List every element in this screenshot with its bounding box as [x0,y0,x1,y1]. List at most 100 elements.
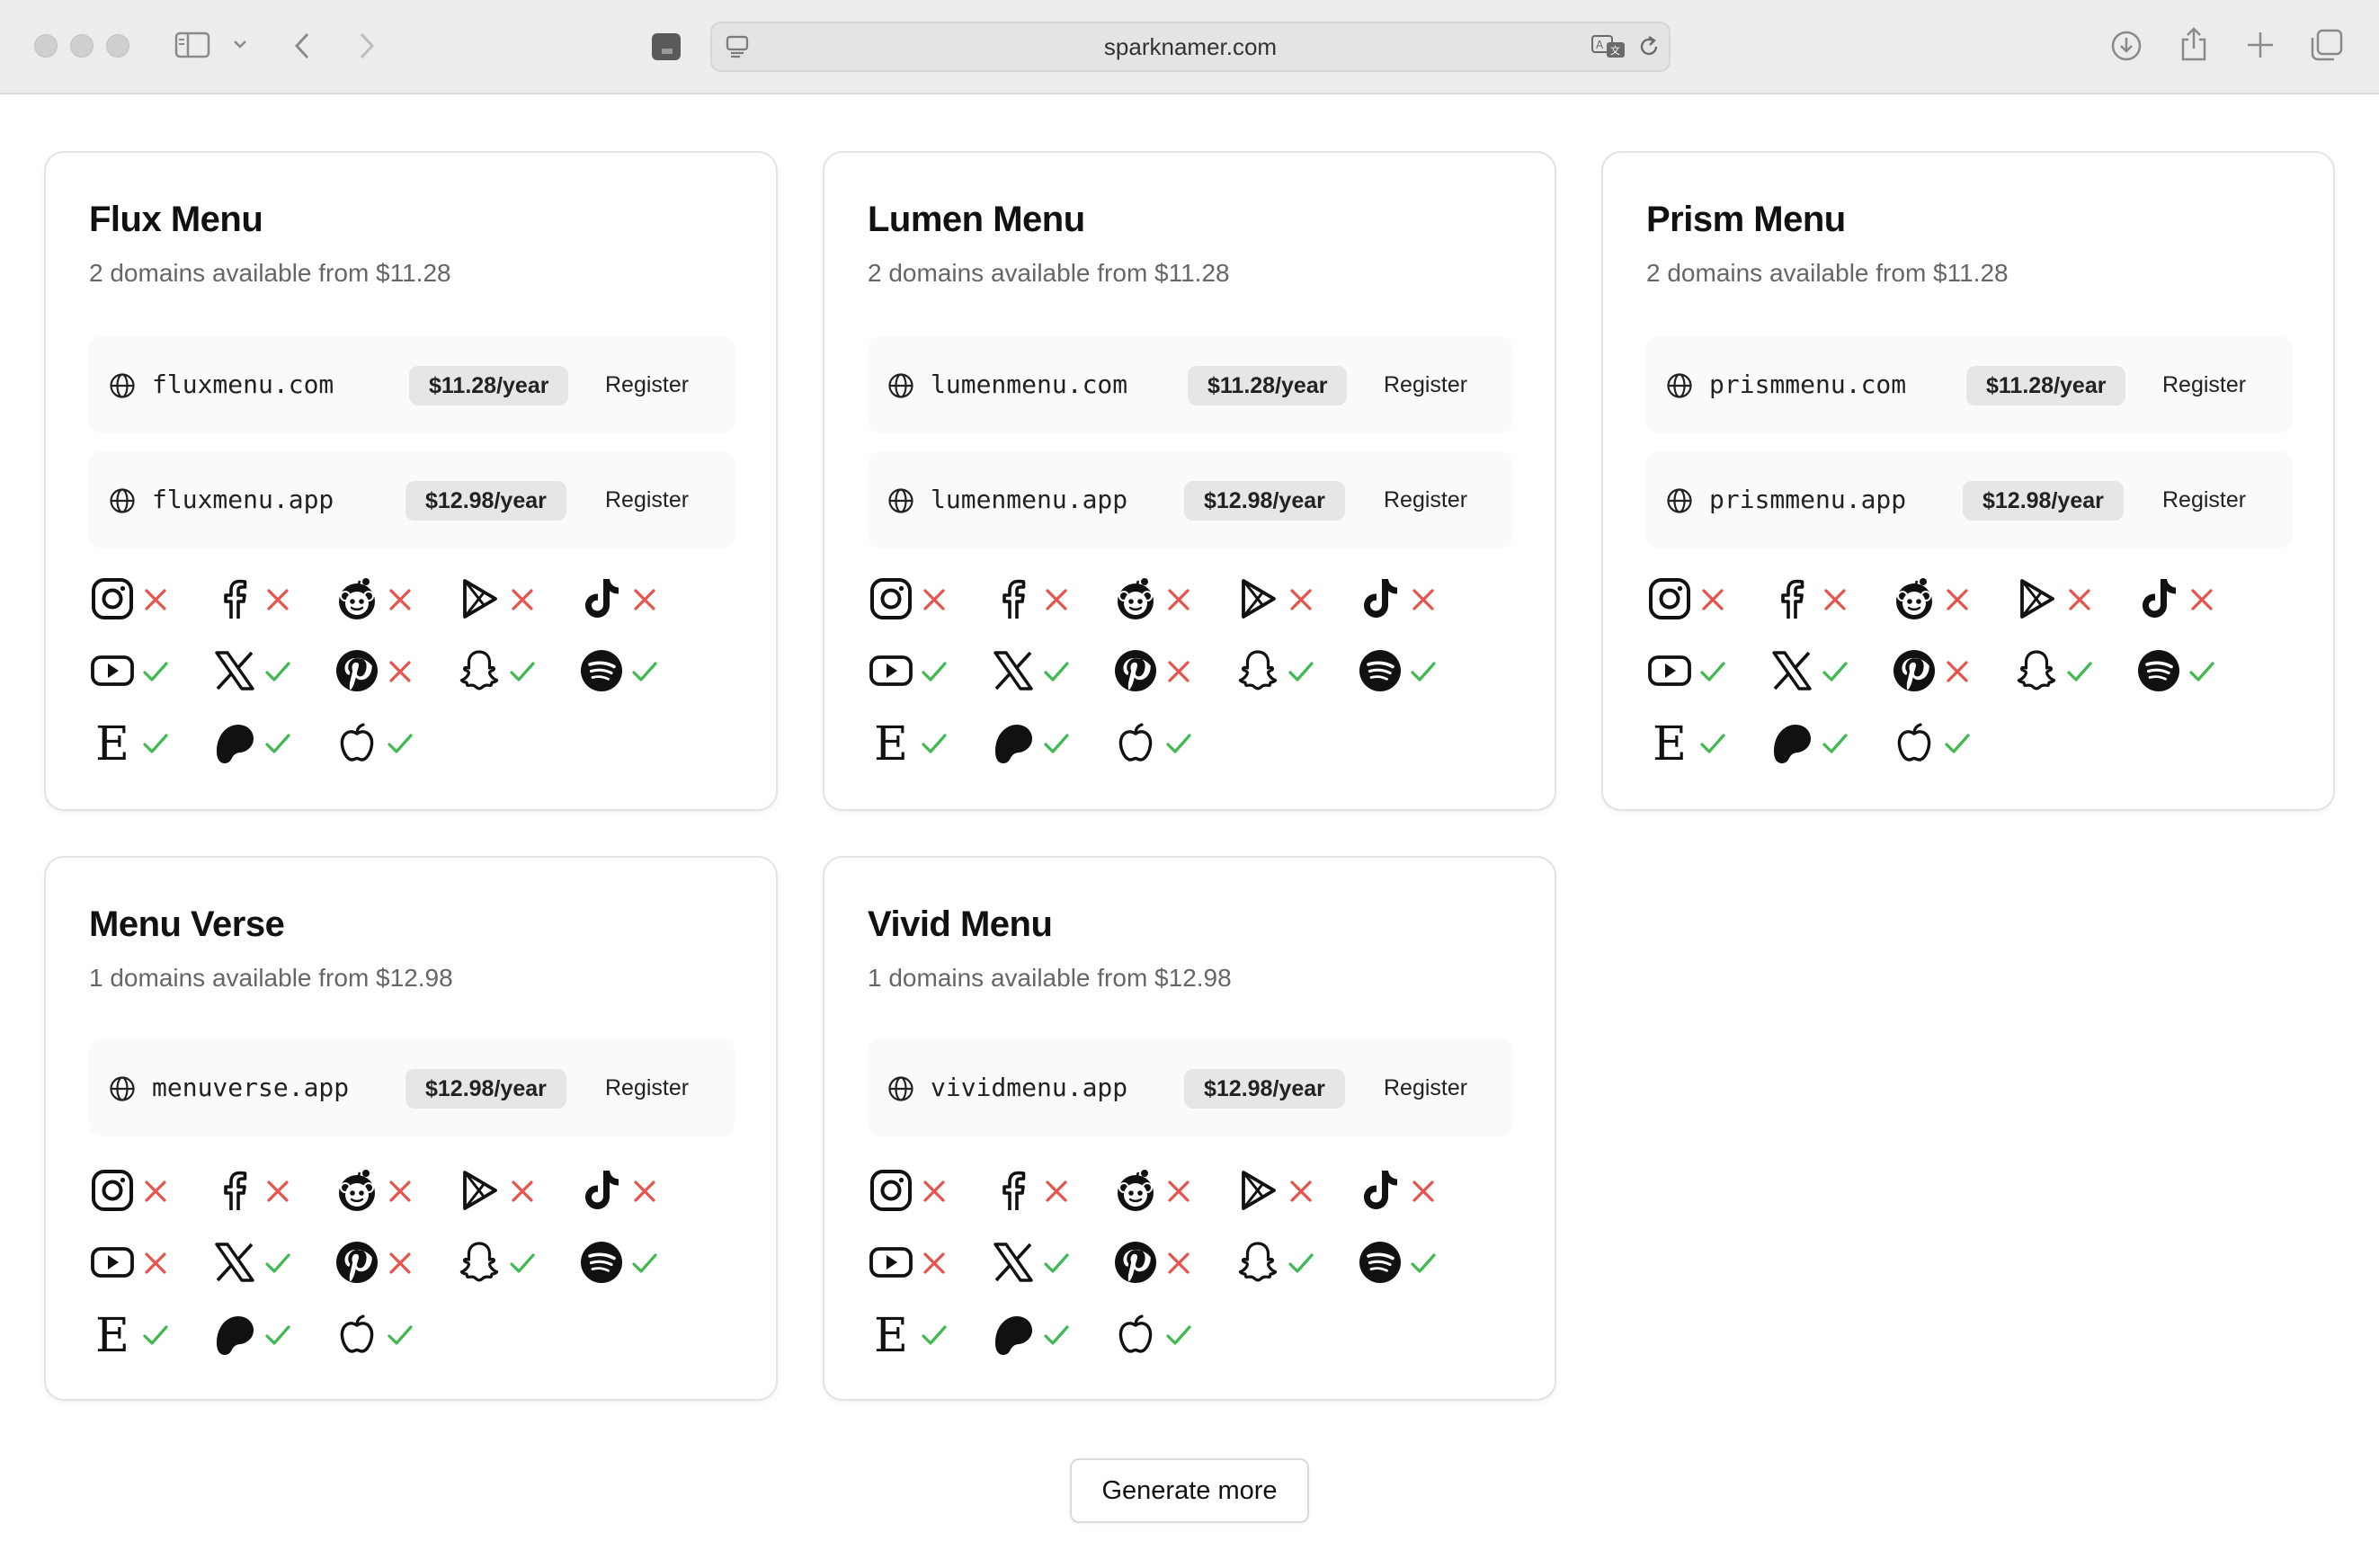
address-bar[interactable]: sparknamer.com A文 [710,22,1671,72]
minimize-window-button[interactable] [70,34,94,58]
domain-row: fluxmenu.app $12.98/year Register [89,451,735,548]
share-icon[interactable] [2178,25,2210,63]
etsy-icon[interactable]: E [868,1309,914,1363]
youtube-icon[interactable] [868,1239,914,1286]
facebook-icon[interactable] [990,575,1037,622]
sidebar-toggle-icon[interactable] [174,31,210,59]
snapchat-icon[interactable] [2013,647,2060,694]
google-play-icon[interactable] [2013,575,2060,622]
social-availability [1112,575,1193,629]
x-icon[interactable] [990,647,1037,694]
extension-icon[interactable] [651,32,682,61]
x-icon[interactable] [211,1239,258,1286]
chevron-down-icon[interactable] [232,38,248,50]
spotify-icon[interactable] [1357,1239,1403,1286]
new-tab-icon[interactable] [2244,29,2277,61]
cross-icon [263,1177,292,1206]
url-text[interactable]: sparknamer.com [712,23,1669,70]
patreon-icon[interactable] [990,719,1037,766]
patreon-icon[interactable] [211,1311,258,1358]
tiktok-icon[interactable] [578,575,625,622]
patreon-icon[interactable] [211,719,258,766]
x-icon[interactable] [1769,647,1815,694]
youtube-icon[interactable] [868,647,914,694]
social-availability [990,1167,1071,1221]
snapchat-icon[interactable] [1234,647,1281,694]
etsy-icon[interactable]: E [89,1309,136,1363]
apple-icon[interactable] [1112,719,1159,766]
google-play-icon[interactable] [456,1167,503,1214]
youtube-icon[interactable] [89,647,136,694]
google-play-icon[interactable] [456,575,503,622]
pinterest-icon[interactable] [1891,647,1938,694]
register-button[interactable]: Register [1384,1039,1467,1136]
register-button[interactable]: Register [605,336,689,433]
apple-icon[interactable] [1891,719,1938,766]
reddit-icon[interactable] [334,1167,380,1214]
register-button[interactable]: Register [605,1039,689,1136]
back-icon[interactable] [291,31,315,61]
globe-icon [109,372,136,404]
etsy-icon[interactable]: E [868,717,914,771]
etsy-icon[interactable]: E [1646,717,1693,771]
pinterest-icon[interactable] [1112,1239,1159,1286]
downloads-icon[interactable] [2109,29,2143,63]
snapchat-icon[interactable] [456,1239,503,1286]
instagram-icon[interactable] [868,1167,914,1214]
youtube-icon[interactable] [1646,647,1693,694]
price-badge: $12.98/year [1963,481,2124,521]
apple-icon[interactable] [334,1311,380,1358]
social-availability [1112,719,1193,773]
spotify-icon[interactable] [578,1239,625,1286]
reddit-icon[interactable] [1112,1167,1159,1214]
register-button[interactable]: Register [2162,451,2246,548]
instagram-icon[interactable] [1646,575,1693,622]
tiktok-icon[interactable] [1357,1167,1403,1214]
tiktok-icon[interactable] [1357,575,1403,622]
register-button[interactable]: Register [605,451,689,548]
facebook-icon[interactable] [211,575,258,622]
pinterest-icon[interactable] [334,647,380,694]
tiktok-icon[interactable] [2135,575,2182,622]
x-icon[interactable] [990,1239,1037,1286]
price-badge: $12.98/year [405,1069,566,1109]
register-button[interactable]: Register [2162,336,2246,433]
apple-icon[interactable] [1112,1311,1159,1358]
instagram-icon[interactable] [868,575,914,622]
register-button[interactable]: Register [1384,451,1467,548]
spotify-icon[interactable] [2135,647,2182,694]
forward-icon[interactable] [354,31,378,61]
tab-overview-icon[interactable] [2309,27,2345,63]
facebook-icon[interactable] [1769,575,1815,622]
reload-icon[interactable] [1636,34,1662,59]
translate-icon[interactable]: A文 [1591,34,1627,59]
instagram-icon[interactable] [89,1167,136,1214]
pinterest-icon[interactable] [1112,647,1159,694]
close-window-button[interactable] [34,34,58,58]
reddit-icon[interactable] [334,575,380,622]
facebook-icon[interactable] [990,1167,1037,1214]
google-play-icon[interactable] [1234,575,1281,622]
reddit-icon[interactable] [1891,575,1938,622]
x-icon[interactable] [211,647,258,694]
spotify-icon[interactable] [578,647,625,694]
check-icon [1287,1249,1315,1278]
pinterest-icon[interactable] [334,1239,380,1286]
apple-icon[interactable] [334,719,380,766]
snapchat-icon[interactable] [456,647,503,694]
spotify-icon[interactable] [1357,647,1403,694]
etsy-icon[interactable]: E [89,717,136,771]
google-play-icon[interactable] [1234,1167,1281,1214]
patreon-icon[interactable] [990,1311,1037,1358]
snapchat-icon[interactable] [1234,1239,1281,1286]
reddit-icon[interactable] [1112,575,1159,622]
tiktok-icon[interactable] [578,1167,625,1214]
generate-more-button[interactable]: Generate more [1070,1458,1309,1523]
register-button[interactable]: Register [1384,336,1467,433]
youtube-icon[interactable] [89,1239,136,1286]
card-title: Flux Menu [89,200,263,239]
instagram-icon[interactable] [89,575,136,622]
patreon-icon[interactable] [1769,719,1815,766]
facebook-icon[interactable] [211,1167,258,1214]
zoom-window-button[interactable] [106,34,129,58]
